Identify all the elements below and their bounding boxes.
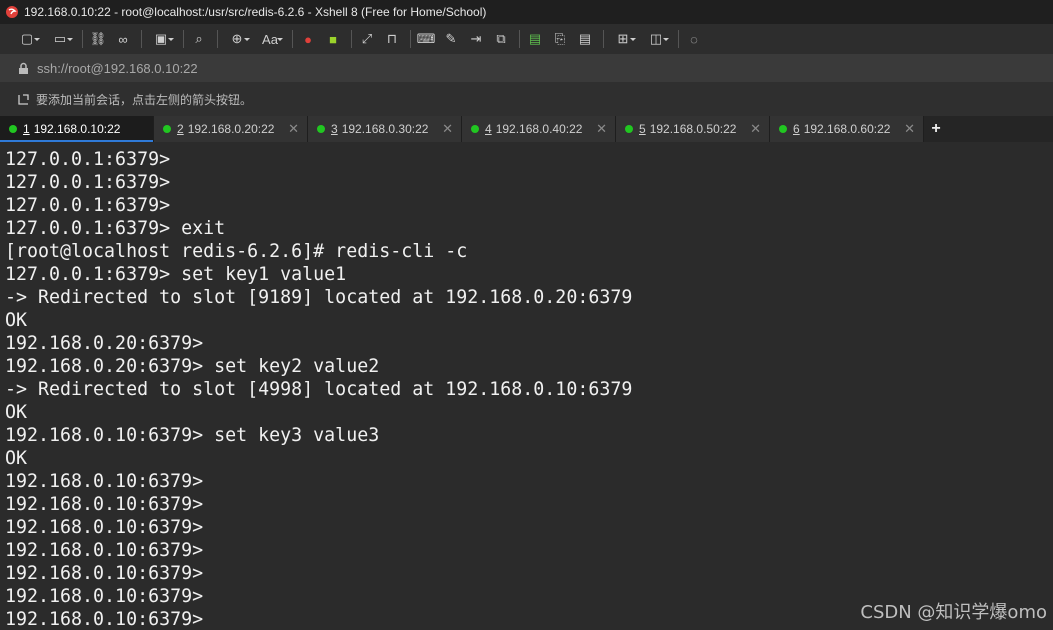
tab-session-3[interactable]: 3 192.168.0.30:22 ✕ — [308, 116, 462, 142]
close-tab-icon[interactable]: ✕ — [288, 121, 299, 137]
close-tab-icon[interactable]: ✕ — [904, 121, 915, 137]
xshell-logo-icon — [6, 6, 18, 18]
terminal-line: 192.168.0.20:6379> — [5, 333, 204, 354]
script-icon[interactable]: ✎ — [440, 28, 462, 50]
toolbar-divider — [678, 30, 679, 48]
xshell-icon[interactable]: ● — [297, 28, 319, 50]
layout-icon[interactable]: ◫ — [641, 28, 671, 50]
terminal-line: OK — [5, 448, 28, 469]
toolbar-divider — [217, 30, 218, 48]
tunnel-icon[interactable]: ▤ — [524, 28, 546, 50]
tab-number: 3 — [331, 122, 338, 136]
keyboard-icon[interactable]: ⌨ — [415, 28, 437, 50]
terminal-line: 192.168.0.10:6379> set key3 value3 — [5, 425, 380, 446]
terminal-line: 127.0.0.1:6379> — [5, 172, 171, 193]
tab-label: 192.168.0.50:22 — [649, 122, 737, 136]
transfer-icon[interactable]: ▣ — [146, 28, 176, 50]
connected-status-icon — [471, 125, 479, 133]
connected-status-icon — [9, 125, 17, 133]
reconnect-icon[interactable]: ⛓ — [87, 28, 109, 50]
tab-label: 192.168.0.60:22 — [803, 122, 891, 136]
terminal-line: 127.0.0.1:6379> — [5, 149, 171, 170]
terminal-line: 127.0.0.1:6379> — [5, 195, 171, 216]
copy-icon[interactable]: ⎘ — [549, 28, 571, 50]
tab-number: 1 — [23, 122, 30, 136]
watermark: CSDN @知识学爆omo — [860, 602, 1047, 623]
close-tab-icon[interactable]: ✕ — [442, 121, 453, 137]
log-icon[interactable]: ⇥ — [465, 28, 487, 50]
fullscreen-icon[interactable]: ⤢ — [356, 28, 378, 50]
terminal-line: [root@localhost redis-6.2.6]# redis-cli … — [5, 241, 468, 262]
terminal-line: 192.168.0.10:6379> — [5, 471, 204, 492]
toolbar-divider — [183, 30, 184, 48]
new-session-icon[interactable]: ▢ — [12, 28, 42, 50]
lock-icon — [19, 62, 28, 74]
find-icon[interactable]: ⌕ — [188, 28, 210, 50]
terminal-output: 127.0.0.1:6379> 127.0.0.1:6379> 127.0.0.1:… — [0, 142, 1053, 630]
address-bar[interactable]: ssh://root@192.168.0.10:22 — [0, 54, 1053, 82]
terminal-line: 192.168.0.10:6379> — [5, 494, 204, 515]
tab-label: 192.168.0.30:22 — [341, 122, 429, 136]
paste-icon[interactable]: ▤ — [574, 28, 596, 50]
toolbar-divider — [603, 30, 604, 48]
session-hint-bar: 要添加当前会话，点击左侧的箭头按钮。 — [0, 82, 1053, 116]
disconnect-icon[interactable]: ∞ — [112, 28, 134, 50]
address-input[interactable]: ssh://root@192.168.0.10:22 — [37, 61, 198, 76]
compose-icon[interactable]: ⧉ — [490, 28, 512, 50]
tab-label: 192.168.0.10:22 — [33, 122, 121, 136]
open-folder-icon[interactable]: ▭ — [45, 28, 75, 50]
toolbar-divider — [351, 30, 352, 48]
font-icon[interactable]: Aa — [255, 28, 285, 50]
terminal-line: 192.168.0.10:6379> — [5, 540, 204, 561]
tab-session-2[interactable]: 2 192.168.0.20:22 ✕ — [154, 116, 308, 142]
terminal-line: 127.0.0.1:6379> set key1 value1 — [5, 264, 347, 285]
lock-icon[interactable]: ⊓ — [381, 28, 403, 50]
globe-icon[interactable]: ⊕ — [222, 28, 252, 50]
connected-status-icon — [317, 125, 325, 133]
close-tab-icon[interactable]: ✕ — [750, 121, 761, 137]
tab-number: 2 — [177, 122, 184, 136]
close-tab-icon[interactable]: ✕ — [596, 121, 607, 137]
terminal-line: 192.168.0.10:6379> — [5, 517, 204, 538]
terminal-line: OK — [5, 310, 28, 331]
tab-number: 4 — [485, 122, 492, 136]
tab-session-6[interactable]: 6 192.168.0.60:22 ✕ — [770, 116, 924, 142]
session-hint-text: 要添加当前会话，点击左侧的箭头按钮。 — [36, 92, 253, 107]
connected-status-icon — [163, 125, 171, 133]
terminal-line: 127.0.0.1:6379> exit — [5, 218, 226, 239]
add-tab-button[interactable]: + — [924, 116, 948, 142]
toolbar-divider — [82, 30, 83, 48]
terminal-line: -> Redirected to slot [9189] located at … — [5, 287, 633, 308]
tab-number: 6 — [793, 122, 800, 136]
tab-number: 5 — [639, 122, 646, 136]
xftp-icon[interactable]: ■ — [322, 28, 344, 50]
font-label: Aa — [262, 31, 278, 47]
connected-status-icon — [625, 125, 633, 133]
toolbar-divider — [141, 30, 142, 48]
tab-label: 192.168.0.40:22 — [495, 122, 583, 136]
toolbar: ▢ ▭ ⛓ ∞ ▣ ⌕ ⊕ Aa ● ■ ⤢ ⊓ ⌨ ✎ ⇥ ⧉ ▤ ⎘ ▤ ⊞… — [0, 24, 1053, 54]
tab-session-5[interactable]: 5 192.168.0.50:22 ✕ — [616, 116, 770, 142]
new-tab-icon[interactable]: ⊞ — [608, 28, 638, 50]
title-bar: 192.168.0.10:22 - root@localhost:/usr/sr… — [0, 0, 1053, 24]
window-title: 192.168.0.10:22 - root@localhost:/usr/sr… — [24, 5, 487, 19]
terminal-line: OK — [5, 402, 28, 423]
toolbar-divider — [292, 30, 293, 48]
tab-session-4[interactable]: 4 192.168.0.40:22 ✕ — [462, 116, 616, 142]
toolbar-divider — [410, 30, 411, 48]
toolbar-divider — [519, 30, 520, 48]
session-tab-bar: 1 192.168.0.10:22 2 192.168.0.20:22 ✕ 3 … — [0, 116, 1053, 142]
tab-label: 192.168.0.20:22 — [187, 122, 275, 136]
terminal-line: 192.168.0.20:6379> set key2 value2 — [5, 356, 380, 377]
terminal-line: 192.168.0.10:6379> — [5, 563, 204, 584]
tab-session-1[interactable]: 1 192.168.0.10:22 — [0, 116, 154, 142]
terminal-pane[interactable]: 127.0.0.1:6379> 127.0.0.1:6379> 127.0.0.1:… — [0, 142, 1053, 630]
connected-status-icon — [779, 125, 787, 133]
help-icon[interactable]: ◌ — [683, 28, 705, 50]
add-session-arrow-icon[interactable] — [17, 93, 30, 106]
terminal-line: -> Redirected to slot [4998] located at … — [5, 379, 633, 400]
